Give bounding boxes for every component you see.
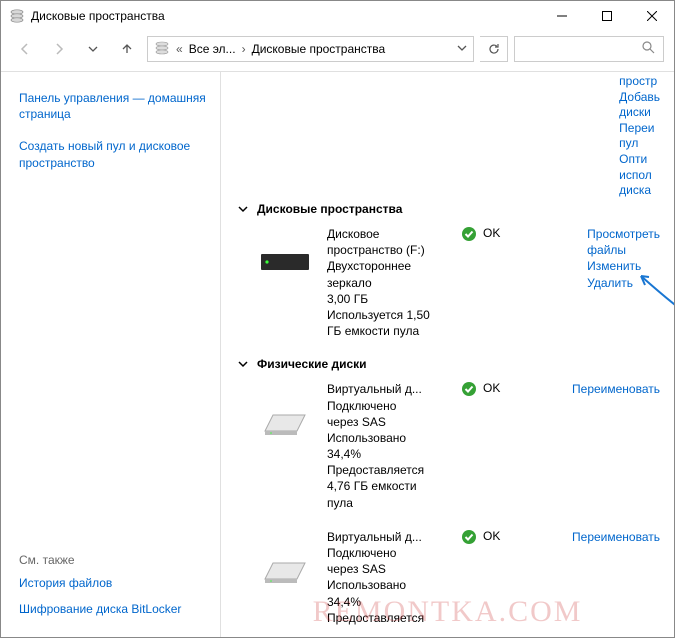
space-row: Дисковое пространство (F:) Двухстороннее…	[257, 226, 660, 339]
watermark-text: REMONTKA.COM	[313, 595, 583, 629]
search-input[interactable]	[514, 36, 664, 62]
sidebar: Панель управления — домашняя страница Со…	[1, 72, 221, 637]
recent-dropdown[interactable]	[79, 35, 107, 63]
minimize-button[interactable]	[539, 1, 584, 31]
crumb-sep-icon: «	[176, 42, 183, 56]
refresh-button[interactable]	[480, 36, 508, 62]
change-link[interactable]: Изменить	[587, 258, 660, 274]
close-button[interactable]	[629, 1, 674, 31]
space-status: OK	[461, 226, 517, 245]
ok-check-icon	[461, 529, 477, 548]
rename-link[interactable]: Переименовать	[572, 381, 660, 397]
physical-disk-icon	[257, 529, 313, 587]
sidebar-home-link[interactable]: Панель управления — домашняя страница	[19, 90, 206, 122]
seealso-header: См. также	[19, 553, 206, 567]
address-disks-icon	[154, 40, 170, 59]
pdisk-actions: Переименовать	[572, 381, 660, 397]
view-files-link-b[interactable]: файлы	[587, 242, 660, 258]
mgmt-link[interactable]: Добавь	[619, 90, 660, 106]
status-text: OK	[483, 381, 500, 395]
ok-check-icon	[461, 226, 477, 245]
mgmt-link[interactable]: диски	[619, 105, 660, 121]
pdisk-desc: Виртуальный д... Подключено через SAS Ис…	[327, 381, 447, 511]
content-pane: простр Добавь диски Переи пул Опти испол…	[221, 72, 674, 637]
app-disks-icon	[9, 8, 25, 24]
space-desc: Дисковое пространство (F:) Двухстороннее…	[327, 226, 447, 339]
section-header-pdisks[interactable]: Физические диски	[237, 357, 660, 371]
delete-link[interactable]: Удалить	[587, 275, 660, 291]
chevron-right-icon: ›	[242, 42, 246, 56]
mgmt-link[interactable]: Переи	[619, 121, 660, 137]
mgmt-link[interactable]: простр	[619, 74, 660, 90]
sidebar-create-pool-link[interactable]: Создать новый пул и дисковое пространств…	[19, 138, 206, 170]
seealso-file-history[interactable]: История файлов	[19, 575, 206, 591]
section-physical-disks: Физические диски Виртуальный д... Подклю…	[257, 357, 660, 626]
body: Панель управления — домашняя страница Со…	[1, 71, 674, 637]
forward-button[interactable]	[45, 35, 73, 63]
search-icon	[642, 41, 655, 57]
section-storage-spaces: Дисковые пространства Дисковое пространс…	[257, 202, 660, 339]
nav-toolbar: « Все эл... › Дисковые пространства	[1, 31, 674, 67]
rename-link[interactable]: Переименовать	[572, 529, 660, 545]
address-dropdown[interactable]	[457, 42, 467, 56]
crumb-root[interactable]: Все эл...	[189, 42, 236, 56]
maximize-button[interactable]	[584, 1, 629, 31]
pdisk-row: Виртуальный д... Подключено через SAS Ис…	[257, 381, 660, 511]
mgmt-link[interactable]: испол	[619, 168, 660, 184]
ok-check-icon	[461, 381, 477, 400]
physical-disk-icon	[257, 381, 313, 439]
section-title: Физические диски	[257, 357, 367, 371]
pool-management-links: простр Добавь диски Переи пул Опти испол…	[619, 74, 660, 199]
seealso-bitlocker[interactable]: Шифрование диска BitLocker	[19, 601, 206, 617]
window-controls	[539, 1, 674, 31]
view-files-link[interactable]: Просмотреть	[587, 226, 660, 242]
window-title: Дисковые пространства	[31, 9, 165, 23]
pdisk-status: OK	[461, 529, 517, 548]
status-text: OK	[483, 529, 500, 543]
space-actions: Просмотреть файлы Изменить Удалить	[587, 226, 660, 291]
status-text: OK	[483, 226, 500, 240]
up-button[interactable]	[113, 35, 141, 63]
mgmt-link[interactable]: диска	[619, 183, 660, 199]
mgmt-link[interactable]: Опти	[619, 152, 660, 168]
titlebar: Дисковые пространства	[1, 1, 674, 31]
back-button[interactable]	[11, 35, 39, 63]
pdisk-actions: Переименовать	[572, 529, 660, 545]
address-bar[interactable]: « Все эл... › Дисковые пространства	[147, 36, 474, 62]
crumb-current[interactable]: Дисковые пространства	[252, 42, 386, 56]
section-header-spaces[interactable]: Дисковые пространства	[237, 202, 660, 216]
section-title: Дисковые пространства	[257, 202, 402, 216]
mgmt-link[interactable]: пул	[619, 136, 660, 152]
pdisk-status: OK	[461, 381, 517, 400]
chevron-down-icon	[237, 358, 249, 370]
chevron-down-icon	[237, 203, 249, 215]
storage-space-icon	[257, 226, 313, 274]
